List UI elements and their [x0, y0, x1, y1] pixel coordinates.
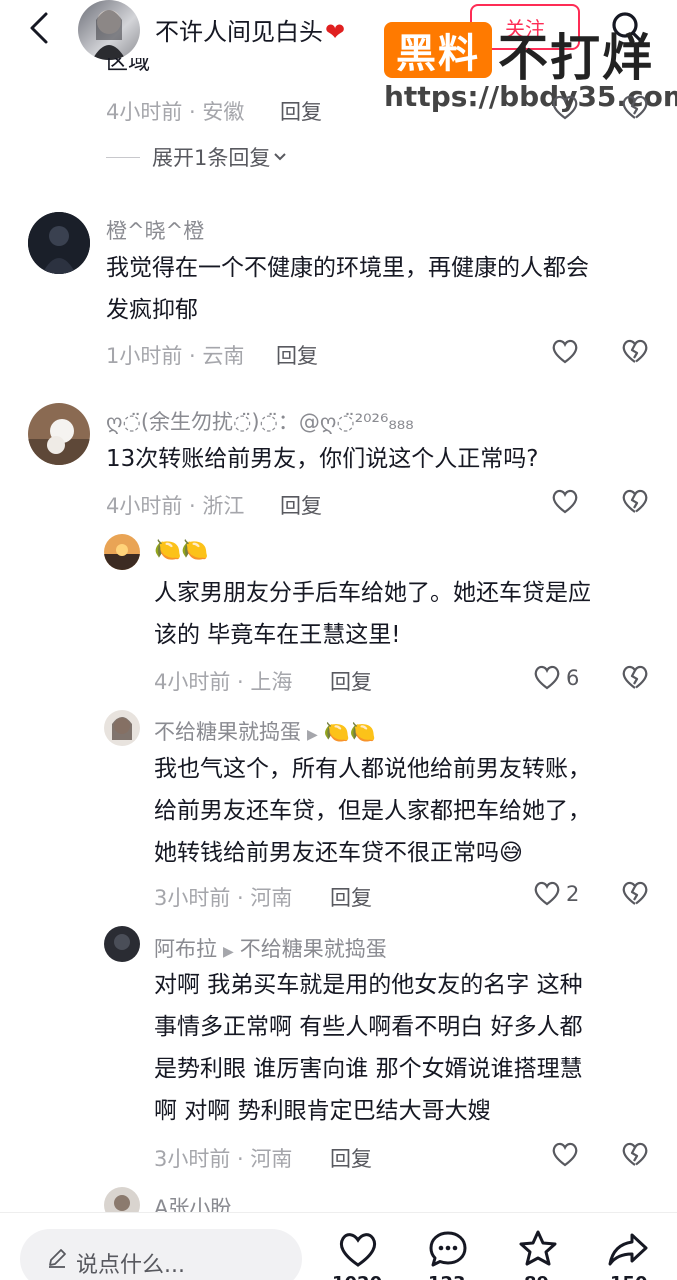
reply-text: 人家男朋友分手后车给她了。她还车贷是应 该的 毕竟车在王慧这里!: [154, 580, 591, 648]
comment-username[interactable]: 橙^晓^橙: [106, 215, 204, 245]
like-heart-icon[interactable]: [532, 662, 562, 692]
comment-input[interactable]: 说点什么...: [20, 1229, 302, 1280]
like-heart-icon[interactable]: [532, 878, 562, 908]
comment-text: 我觉得在一个不健康的环境里，再健康的人都会 发疯抑郁: [106, 255, 589, 323]
reply-text: 我也气这个，所有人都说他给前男友转账， 给前男友还车贷，但是人家都把车给她了， …: [154, 756, 591, 866]
comment-bubble-icon[interactable]: [426, 1227, 470, 1271]
search-icon[interactable]: [608, 8, 648, 48]
header-bar: 不许人间见白头❤ 关注: [0, 0, 677, 72]
dislike-broken-heart-icon[interactable]: [620, 92, 650, 122]
like-heart-icon[interactable]: [336, 1227, 380, 1271]
reply-button[interactable]: 回复: [276, 340, 318, 370]
reply-to-username[interactable]: 🍋🍋: [324, 720, 376, 744]
dislike-broken-heart-icon[interactable]: [620, 878, 650, 908]
reply-button[interactable]: 回复: [280, 490, 322, 520]
avatar[interactable]: [104, 534, 140, 570]
comment-meta: 1小时前 · 云南: [106, 344, 245, 368]
reply-username[interactable]: 🍋🍋: [154, 538, 209, 563]
partial-comment-text: 区域: [106, 58, 151, 75]
comment-text: 13次转账给前男友，你们说这个人正常吗?: [106, 446, 539, 472]
avatar[interactable]: [104, 710, 140, 746]
reply-to-arrow-icon: ▶: [307, 727, 318, 743]
reply-button[interactable]: 回复: [330, 882, 372, 912]
star-favorite-icon[interactable]: [516, 1227, 560, 1271]
reply-to-arrow-icon: ▶: [223, 944, 234, 960]
share-arrow-icon[interactable]: [606, 1227, 650, 1271]
like-count: 6: [566, 666, 580, 690]
reply-username[interactable]: 阿布拉: [154, 937, 217, 961]
dislike-broken-heart-icon[interactable]: [620, 662, 650, 692]
comment-meta: 4小时前 · 安徽: [106, 100, 245, 124]
like-heart-icon[interactable]: [550, 486, 580, 516]
reply-button[interactable]: 回复: [330, 666, 372, 696]
red-heart-emoji-icon: ❤: [325, 18, 346, 46]
avatar[interactable]: [28, 212, 90, 274]
share-count: 150: [610, 1273, 648, 1280]
like-count: 2: [566, 882, 580, 906]
follow-button[interactable]: 关注: [470, 4, 580, 50]
like-count: 1020: [332, 1273, 382, 1280]
reply-username-line: 阿布拉 ▶ 不给糖果就捣蛋: [154, 933, 387, 963]
reply-meta: 4小时前 · 上海: [154, 670, 293, 694]
reply-button[interactable]: 回复: [330, 1143, 372, 1173]
chevron-down-icon: [274, 153, 287, 161]
dislike-broken-heart-icon[interactable]: [620, 1139, 650, 1169]
header-username: 不许人间见白头❤: [155, 18, 346, 46]
back-arrow-icon[interactable]: [22, 10, 58, 46]
reply-meta: 3小时前 · 河南: [154, 1147, 293, 1171]
reply-button[interactable]: 回复: [280, 96, 322, 126]
expand-replies-label: 展开1条回复: [152, 146, 271, 170]
dislike-broken-heart-icon[interactable]: [620, 336, 650, 366]
divider-line: [106, 156, 140, 158]
reply-to-username[interactable]: 不给糖果就捣蛋: [240, 937, 387, 961]
reply-text: 对啊 我弟买车就是用的他女友的名字 这种 事情多正常啊 有些人啊看不明白 好多人…: [154, 972, 583, 1124]
avatar[interactable]: [28, 403, 90, 465]
pencil-icon: [49, 1249, 66, 1268]
favorite-count: 89: [524, 1273, 549, 1280]
bottom-action-bar: 说点什么... 1020 123 89 150: [0, 1212, 677, 1280]
comment-meta: 4小时前 · 浙江: [106, 494, 245, 518]
dislike-broken-heart-icon[interactable]: [620, 486, 650, 516]
reply-meta: 3小时前 · 河南: [154, 886, 293, 910]
avatar[interactable]: [104, 926, 140, 962]
header-avatar[interactable]: [78, 0, 140, 60]
comment-count: 123: [428, 1273, 466, 1280]
comment-input-placeholder: 说点什么...: [76, 1253, 185, 1278]
like-heart-icon[interactable]: [550, 92, 580, 122]
expand-replies-button[interactable]: 展开1条回复: [106, 142, 290, 172]
reply-username-line: 不给糖果就捣蛋 ▶ 🍋🍋: [154, 716, 376, 746]
comment-username[interactable]: ღ◌̈(余生勿扰◌̈)◌̈：@ღ◌̈²⁰²⁶₈₈₈: [106, 406, 414, 436]
like-heart-icon[interactable]: [550, 336, 580, 366]
like-heart-icon[interactable]: [550, 1139, 580, 1169]
reply-username[interactable]: 不给糖果就捣蛋: [154, 720, 301, 744]
